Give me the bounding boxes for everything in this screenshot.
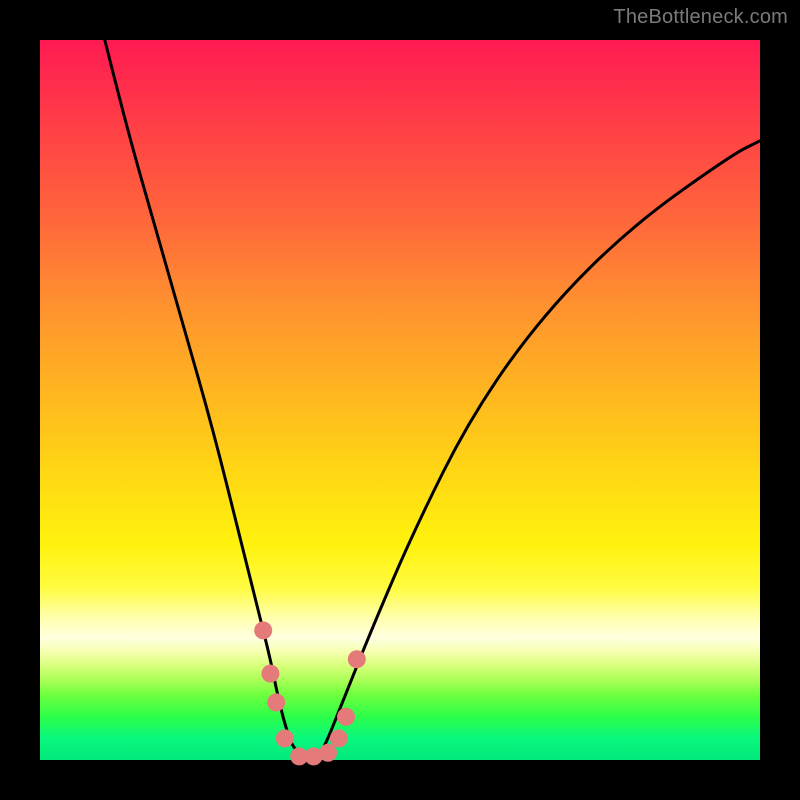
- marker-group: [254, 621, 366, 765]
- chart-container: TheBottleneck.com: [0, 0, 800, 800]
- marker-dot: [254, 621, 272, 639]
- bottleneck-chart-svg: [40, 40, 760, 760]
- marker-dot: [348, 650, 366, 668]
- marker-dot: [267, 693, 285, 711]
- marker-dot: [276, 729, 294, 747]
- marker-dot: [330, 729, 348, 747]
- bottleneck-curve-path: [105, 40, 760, 760]
- plot-area: [40, 40, 760, 760]
- marker-dot: [261, 665, 279, 683]
- watermark-text: TheBottleneck.com: [613, 6, 788, 29]
- marker-dot: [337, 708, 355, 726]
- marker-dot: [319, 744, 337, 762]
